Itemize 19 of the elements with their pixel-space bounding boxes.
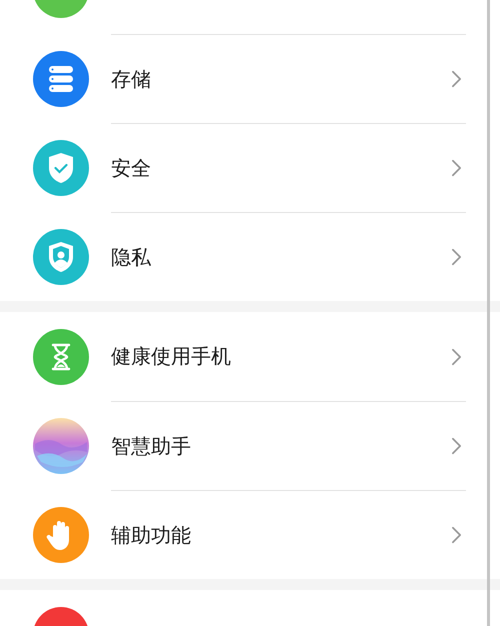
setting-label[interactable]: 健康使用手机: [111, 343, 231, 370]
shield-person-icon: [33, 228, 89, 284]
orb-icon: [33, 418, 89, 474]
chevron-icon: [451, 348, 462, 366]
chevron-icon: [451, 526, 462, 544]
chevron-icon: [451, 159, 462, 177]
hand-icon: [33, 506, 89, 562]
setting-label[interactable]: 存储: [111, 66, 151, 92]
setting-label[interactable]: 智慧助手: [111, 432, 191, 460]
setting-label[interactable]: 安全: [111, 154, 151, 182]
hourglass-icon: [33, 328, 89, 384]
shield-check-icon: [33, 140, 89, 196]
setting-label[interactable]: 辅助功能: [111, 522, 191, 548]
scrollbar[interactable]: [487, 0, 490, 626]
chevron-icon: [451, 248, 462, 266]
storage-icon: [33, 50, 89, 106]
chevron-icon: [451, 437, 462, 455]
chevron-icon: [451, 70, 462, 88]
setting-label[interactable]: 隐私: [111, 244, 151, 270]
